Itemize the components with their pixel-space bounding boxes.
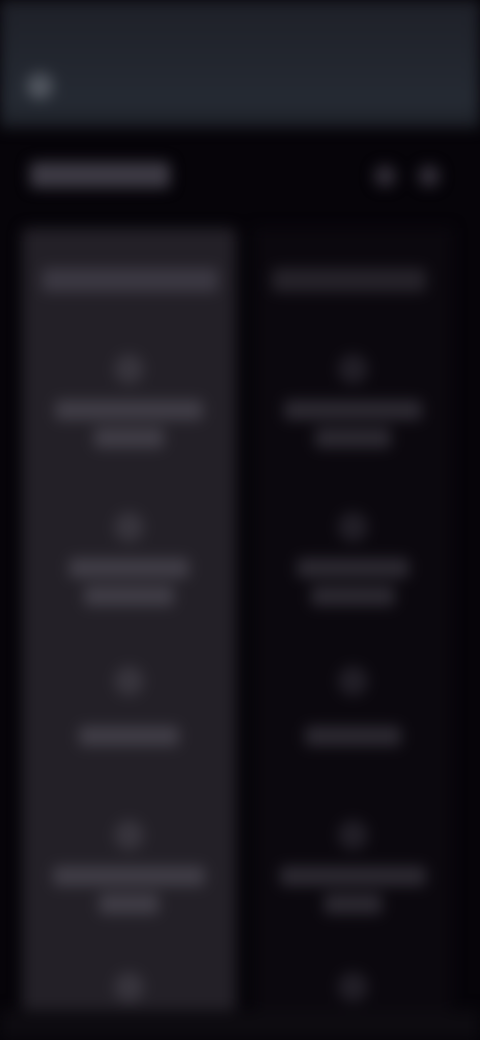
list-item-label (79, 726, 179, 746)
list-item-label (284, 400, 422, 420)
list-item-sublabel (99, 894, 159, 914)
list-item-sublabel (311, 586, 395, 606)
left-column (22, 228, 236, 1040)
page-title (30, 162, 170, 188)
circle-icon (338, 666, 368, 696)
right-column (254, 228, 452, 1040)
circle-icon (114, 354, 144, 384)
list-item-sublabel (324, 894, 382, 914)
list-item-label (55, 400, 203, 420)
circle-icon (114, 512, 144, 542)
search-icon[interactable] (374, 165, 396, 187)
circle-icon (338, 820, 368, 850)
list-item[interactable] (254, 820, 452, 914)
bottom-bar (0, 1010, 480, 1040)
column-header (42, 268, 218, 292)
list-item[interactable] (22, 820, 236, 914)
list-item-label (280, 866, 426, 886)
list-item[interactable] (254, 972, 452, 1002)
circle-icon (114, 820, 144, 850)
list-item[interactable] (22, 512, 236, 606)
list-item[interactable] (22, 666, 236, 746)
list-item-sublabel (84, 586, 174, 606)
circle-icon (338, 972, 368, 1002)
circle-icon (114, 666, 144, 696)
blurred-screen: ← (0, 0, 480, 1040)
list-item-label (305, 726, 401, 746)
back-button[interactable]: ← (26, 72, 54, 100)
list-item-label (297, 558, 409, 578)
list-item[interactable] (254, 666, 452, 746)
header-row (0, 150, 480, 202)
list-item-label (69, 558, 189, 578)
list-item-sublabel (315, 428, 391, 448)
column-header (272, 268, 426, 292)
arrow-left-icon: ← (31, 76, 49, 96)
circle-icon (338, 354, 368, 384)
list-item-label (53, 866, 205, 886)
list-item[interactable] (254, 512, 452, 606)
top-bar: ← (0, 0, 480, 128)
circle-icon (338, 512, 368, 542)
more-icon[interactable] (418, 165, 440, 187)
circle-icon (114, 972, 144, 1002)
list-item[interactable] (22, 354, 236, 448)
list-item-sublabel (94, 428, 164, 448)
list-item[interactable] (22, 972, 236, 1002)
list-item[interactable] (254, 354, 452, 448)
